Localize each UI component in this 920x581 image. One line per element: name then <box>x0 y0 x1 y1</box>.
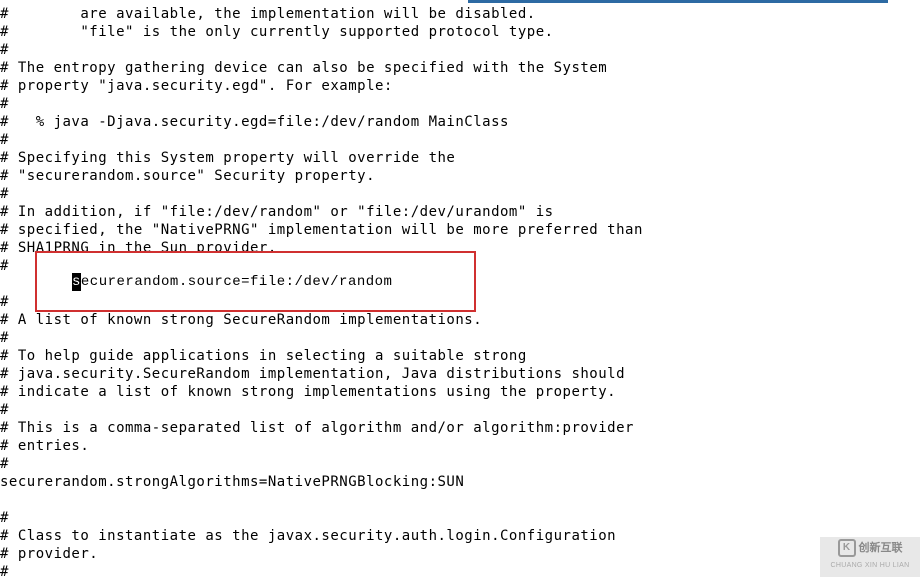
highlight-rest: ecurerandom.source=file:/dev/random <box>81 274 393 290</box>
top-progress-fill <box>468 0 888 3</box>
highlight-callout: securerandom.source=file:/dev/random <box>35 251 476 312</box>
watermark-badge: K 创新互联 CHUANG XIN HU LIAN <box>820 537 920 577</box>
watermark-logo: K 创新互联 <box>838 539 903 557</box>
top-progress-bar <box>0 0 920 3</box>
highlight-line: securerandom.source=file:/dev/random <box>72 273 392 291</box>
watermark-text-cn: 创新互联 <box>859 539 903 557</box>
watermark-glyph-icon: K <box>838 539 856 557</box>
cursor-character: s <box>72 273 81 291</box>
watermark-text-sub: CHUANG XIN HU LIAN <box>831 557 910 575</box>
